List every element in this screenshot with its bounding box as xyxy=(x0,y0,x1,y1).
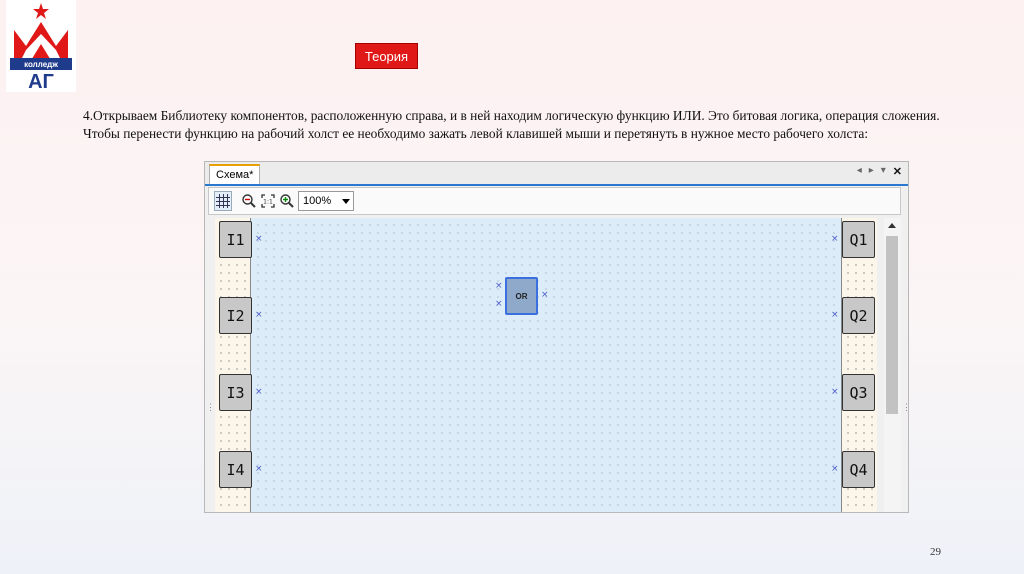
grid-icon[interactable] xyxy=(214,191,232,211)
close-icon[interactable]: ✕ xyxy=(893,165,902,178)
tab-bar: Схема* ◂ ▸ ▾ ✕ xyxy=(205,162,908,186)
vertical-scrollbar[interactable] xyxy=(884,218,901,512)
output-q4[interactable]: Q4 xyxy=(842,451,875,488)
input-pin[interactable]: × xyxy=(255,465,263,474)
input-i3[interactable]: I3 xyxy=(219,374,252,411)
output-q3[interactable]: Q3 xyxy=(842,374,875,411)
chevron-down-icon xyxy=(342,199,350,204)
tab-controls: ◂ ▸ ▾ ✕ xyxy=(857,165,902,178)
page-number: 29 xyxy=(930,546,941,558)
zoom-value: 100% xyxy=(303,195,332,207)
input-i2[interactable]: I2 xyxy=(219,297,252,334)
scroll-right-icon[interactable]: ▸ xyxy=(869,165,874,178)
or-output-pin[interactable]: × xyxy=(541,291,549,300)
toolbar: 1:1 100% xyxy=(208,187,901,215)
svg-text:1:1: 1:1 xyxy=(263,199,273,206)
or-input-pin[interactable]: × xyxy=(495,300,503,309)
output-q1[interactable]: Q1 xyxy=(842,221,875,258)
output-pin[interactable]: × xyxy=(831,388,839,397)
tab-schema[interactable]: Схема* xyxy=(209,164,261,184)
scroll-left-icon[interactable]: ◂ xyxy=(857,165,862,178)
input-i1[interactable]: I1 xyxy=(219,221,252,258)
or-input-pin[interactable]: × xyxy=(495,282,503,291)
college-logo: колледж АГ xyxy=(6,0,76,92)
input-pin[interactable]: × xyxy=(255,235,263,244)
scroll-up-icon[interactable] xyxy=(888,223,896,228)
fit-icon[interactable]: 1:1 xyxy=(259,191,277,211)
logo-letters: АГ xyxy=(28,71,54,92)
instruction-text: 4.Открываем Библиотеку компонентов, расп… xyxy=(83,108,940,141)
zoom-in-icon[interactable] xyxy=(278,191,296,211)
output-q2[interactable]: Q2 xyxy=(842,297,875,334)
splitter-grip[interactable]: ⋮ xyxy=(206,402,215,413)
input-pin[interactable]: × xyxy=(255,311,263,320)
input-pin[interactable]: × xyxy=(255,388,263,397)
output-pin[interactable]: × xyxy=(831,235,839,244)
logo-caption: колледж xyxy=(24,60,58,69)
dropdown-icon[interactable]: ▾ xyxy=(881,165,886,178)
or-block[interactable]: OR xyxy=(505,277,538,315)
splitter-grip[interactable]: ⋮ xyxy=(902,402,908,413)
schema-canvas[interactable] xyxy=(251,218,841,512)
input-i4[interactable]: I4 xyxy=(219,451,252,488)
zoom-select[interactable]: 100% xyxy=(298,191,354,211)
output-pin[interactable]: × xyxy=(831,465,839,474)
output-pin[interactable]: × xyxy=(831,311,839,320)
schema-window: Схема* ◂ ▸ ▾ ✕ 1:1 100% ⋮ I1 I2 I3 I4 × xyxy=(204,161,909,513)
theory-button[interactable]: Теория xyxy=(355,43,418,69)
zoom-out-icon[interactable] xyxy=(240,191,258,211)
scroll-thumb[interactable] xyxy=(886,236,898,414)
